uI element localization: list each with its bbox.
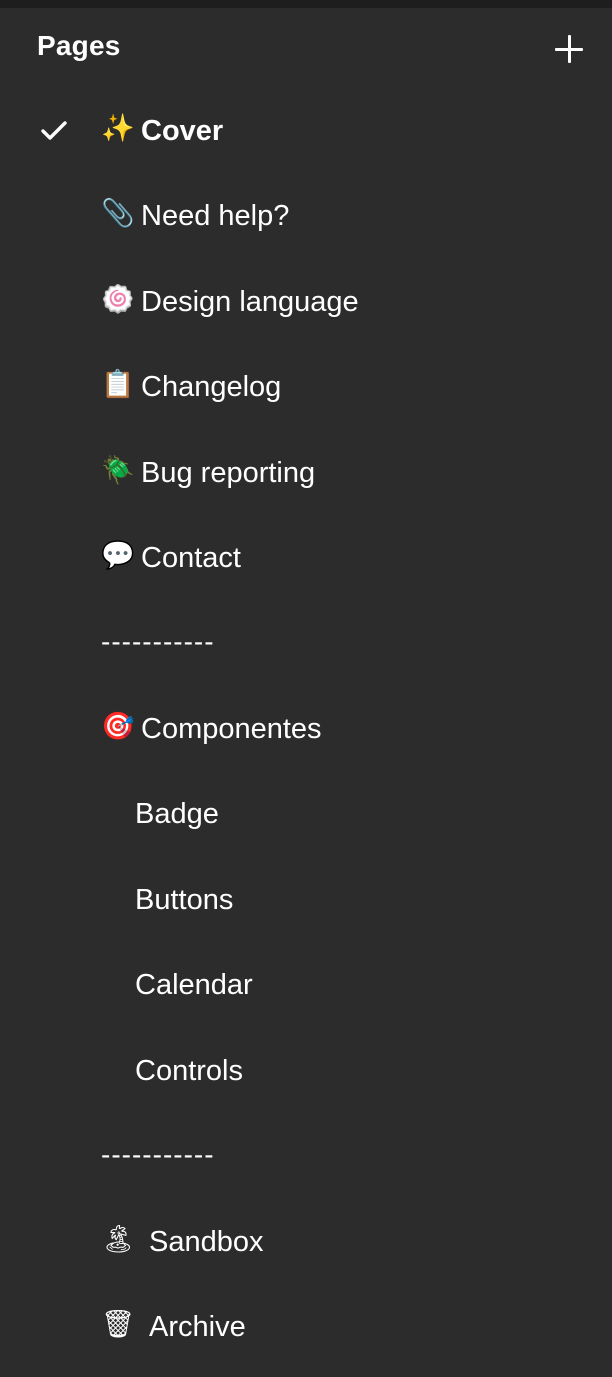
page-item-bug-reporting[interactable]: 🪲 Bug reporting: [0, 430, 612, 515]
page-label: Badge: [135, 798, 219, 830]
page-label: Buttons: [135, 884, 234, 916]
separator-label: -----------: [101, 626, 215, 657]
page-label: Changelog: [141, 371, 282, 403]
page-item-controls[interactable]: Controls: [0, 1028, 612, 1113]
speech-bubble-icon: 💬: [101, 540, 135, 571]
add-page-button[interactable]: [548, 28, 590, 70]
page-label: Calendar: [135, 969, 253, 1001]
island-icon: 🏝: [101, 1224, 136, 1255]
trash-icon: 🗑: [101, 1309, 136, 1340]
separator-label: -----------: [101, 1139, 215, 1170]
sparkles-icon: ✨: [101, 113, 135, 144]
page-label: Cover: [141, 115, 224, 147]
bug-icon: 🪲: [101, 455, 135, 486]
page-label: Contact: [141, 542, 241, 574]
page-item-componentes[interactable]: 🎯 Componentes: [0, 686, 612, 771]
page-item-calendar[interactable]: Calendar: [0, 942, 612, 1027]
page-label: Bug reporting: [141, 457, 316, 489]
page-label: Design language: [141, 286, 359, 318]
paperclip-icon: 📎: [101, 198, 135, 229]
page-item-contact[interactable]: 💬 Contact: [0, 515, 612, 600]
page-label: Controls: [135, 1055, 243, 1087]
page-label: Sandbox: [149, 1226, 264, 1258]
pages-header: Pages: [0, 8, 612, 84]
page-item-cover[interactable]: ✨ Cover: [0, 88, 612, 173]
page-item-sandbox[interactable]: 🏝 Sandbox: [0, 1199, 612, 1284]
page-label: Componentes: [141, 713, 322, 745]
page-item-archive[interactable]: 🗑 Archive: [0, 1284, 612, 1369]
page-item-changelog[interactable]: 📋 Changelog: [0, 344, 612, 429]
pages-title: Pages: [37, 30, 121, 61]
page-item-separator[interactable]: -----------: [0, 1113, 612, 1198]
clipboard-icon: 📋: [101, 369, 135, 400]
page-item-buttons[interactable]: Buttons: [0, 857, 612, 942]
target-icon: 🎯: [101, 711, 135, 742]
checkmark-icon: [41, 121, 67, 140]
page-label: Archive: [149, 1311, 246, 1343]
page-item-design-language[interactable]: 🍥 Design language: [0, 259, 612, 344]
top-edge: [0, 0, 612, 8]
page-item-badge[interactable]: Badge: [0, 771, 612, 856]
fish-cake-icon: 🍥: [101, 284, 135, 315]
page-item-need-help[interactable]: 📎 Need help?: [0, 173, 612, 258]
page-item-separator[interactable]: -----------: [0, 600, 612, 685]
page-label: Need help?: [141, 200, 290, 232]
